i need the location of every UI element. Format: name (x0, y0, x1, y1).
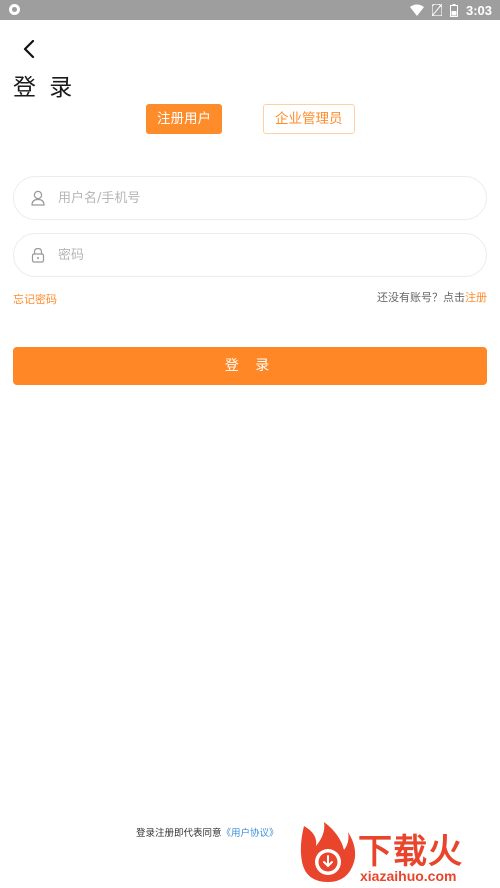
back-button[interactable] (16, 36, 42, 62)
wifi-icon (409, 4, 424, 16)
status-time: 3:03 (465, 2, 492, 18)
page-title: 登 录 (13, 75, 76, 101)
password-input[interactable] (58, 247, 438, 263)
battery-icon (449, 3, 458, 17)
status-icons: 3:03 (409, 0, 492, 20)
chevron-left-icon (23, 40, 35, 58)
register-prompt: 还没有账号？点击注册 (377, 289, 487, 305)
password-field-container (13, 233, 487, 277)
register-link[interactable]: 注册 (465, 291, 487, 304)
username-input[interactable] (58, 190, 438, 206)
username-field-container (13, 176, 487, 220)
agreement-prefix: 登录注册即代表同意 (136, 828, 222, 839)
agreement-text: 登录注册即代表同意《用户协议》 (136, 825, 279, 839)
user-icon (31, 190, 45, 206)
tab-registered-user[interactable]: 注册用户 (146, 104, 222, 134)
lock-icon (31, 247, 45, 263)
forgot-password-link[interactable]: 忘记密码 (13, 291, 57, 307)
sim-icon (431, 4, 442, 16)
user-agreement-link[interactable]: 《用户协议》 (222, 828, 279, 839)
notification-icon (9, 4, 20, 15)
flame-logo-icon (300, 822, 356, 882)
watermark-logo: 下载火 xiazaihuo.com (296, 820, 500, 888)
watermark-brand: 下载火 (358, 832, 463, 872)
status-bar: 3:03 (0, 0, 500, 20)
login-button[interactable]: 登 录 (13, 347, 487, 385)
tab-enterprise-admin[interactable]: 企业管理员 (263, 104, 355, 134)
watermark-url: xiazaihuo.com (360, 868, 457, 884)
no-account-text: 还没有账号？点击 (377, 291, 465, 304)
